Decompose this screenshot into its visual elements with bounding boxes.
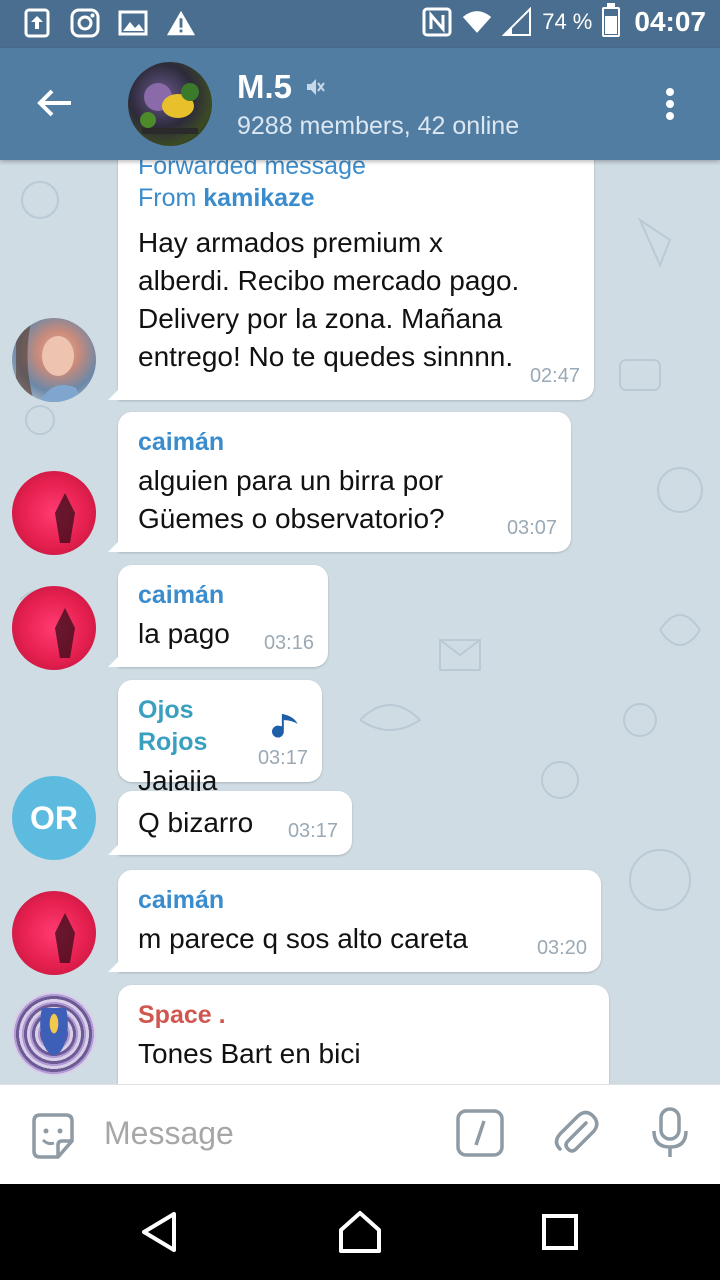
warning-icon: [166, 8, 196, 38]
sender-name[interactable]: caimán: [138, 579, 308, 611]
member-count: 9288 members, 42 online: [237, 112, 520, 140]
sender-name[interactable]: caimán: [138, 426, 551, 458]
arrow-left-icon: [37, 89, 71, 117]
group-name: M.5: [237, 68, 293, 105]
sender-name[interactable]: caimán: [138, 884, 581, 916]
nfc-icon: [422, 7, 452, 37]
nav-recents-button[interactable]: [536, 1208, 584, 1256]
group-avatar[interactable]: [128, 62, 212, 146]
signal-icon: [502, 7, 532, 37]
message-bubble[interactable]: caimán la pago 03:16: [118, 565, 328, 667]
message-list[interactable]: Forwarded message From kamikaze Hay arma…: [0, 160, 720, 1084]
bot-commands-button[interactable]: [454, 1107, 506, 1159]
image-icon: [118, 8, 148, 38]
message-bubble[interactable]: Ojos Rojos Jajajja 03:17: [118, 680, 322, 796]
attach-button[interactable]: [550, 1107, 602, 1159]
sender-avatar[interactable]: [12, 992, 96, 1076]
message-bubble[interactable]: Forwarded message From kamikaze Hay arma…: [118, 160, 594, 400]
chat-title[interactable]: M.5: [237, 68, 326, 106]
message-text: m parece q sos alto careta: [138, 923, 468, 954]
sender-avatar[interactable]: [12, 891, 96, 975]
status-bar: 74 % 04:07: [0, 0, 720, 48]
square-recents-icon: [542, 1214, 578, 1250]
message-time: 03:07: [506, 517, 557, 539]
message-bubble[interactable]: Space . Tones Bart en bici: [118, 985, 609, 1084]
message-text: Hay armados premium x alberdi. Recibo me…: [138, 227, 520, 372]
battery-icon: [602, 3, 621, 37]
message-time: 03:16: [263, 632, 314, 654]
paperclip-icon: [554, 1110, 599, 1153]
message-composer: Message: [0, 1084, 720, 1184]
message-time: 03:17: [287, 820, 338, 842]
sender-avatar[interactable]: OR: [12, 776, 96, 860]
message-bubble[interactable]: caimán m parece q sos alto careta 03:20: [118, 870, 601, 972]
message-text: alguien para un birra por Güemes o obser…: [138, 465, 445, 534]
message-time: 03:20: [536, 937, 587, 959]
sticker-icon: [32, 1113, 74, 1159]
message-input[interactable]: Message: [104, 1115, 234, 1152]
nav-back-button[interactable]: [136, 1208, 184, 1256]
triangle-back-icon: [142, 1212, 176, 1252]
sender-avatar[interactable]: [12, 471, 96, 555]
wifi-icon: [462, 7, 492, 37]
battery-percent: 74 %: [542, 9, 593, 34]
system-navigation-bar: [0, 1184, 720, 1280]
music-note-icon: [272, 714, 299, 738]
microphone-icon: [652, 1107, 688, 1157]
forwarded-label: Forwarded message: [138, 160, 366, 180]
message-bubble[interactable]: Q bizarro 03:17: [118, 791, 352, 855]
message-time: 03:17: [257, 747, 308, 769]
upload-icon: [22, 8, 52, 38]
chat-header: M.5 9288 members, 42 online: [0, 48, 720, 160]
message-bubble[interactable]: caimán alguien para un birra por Güemes …: [118, 412, 571, 552]
forwarded-sender[interactable]: kamikaze: [203, 184, 314, 212]
mute-icon: [307, 79, 325, 95]
voice-record-button[interactable]: [644, 1105, 696, 1161]
slash-command-icon: [456, 1109, 504, 1157]
sender-avatar[interactable]: [12, 586, 96, 670]
home-icon: [339, 1211, 381, 1253]
forwarded-from: From kamikaze: [138, 184, 315, 212]
sender-name[interactable]: Space .: [138, 999, 589, 1031]
sender-avatar[interactable]: [12, 318, 96, 402]
sticker-button[interactable]: [28, 1111, 78, 1161]
message-time: 02:47: [529, 365, 580, 387]
message-text: Tones Bart en bici: [138, 1038, 361, 1069]
back-button[interactable]: [30, 78, 80, 128]
nav-home-button[interactable]: [336, 1208, 384, 1256]
clock: 04:07: [634, 6, 706, 37]
instagram-icon: [70, 8, 100, 38]
more-options-button[interactable]: [650, 84, 690, 124]
